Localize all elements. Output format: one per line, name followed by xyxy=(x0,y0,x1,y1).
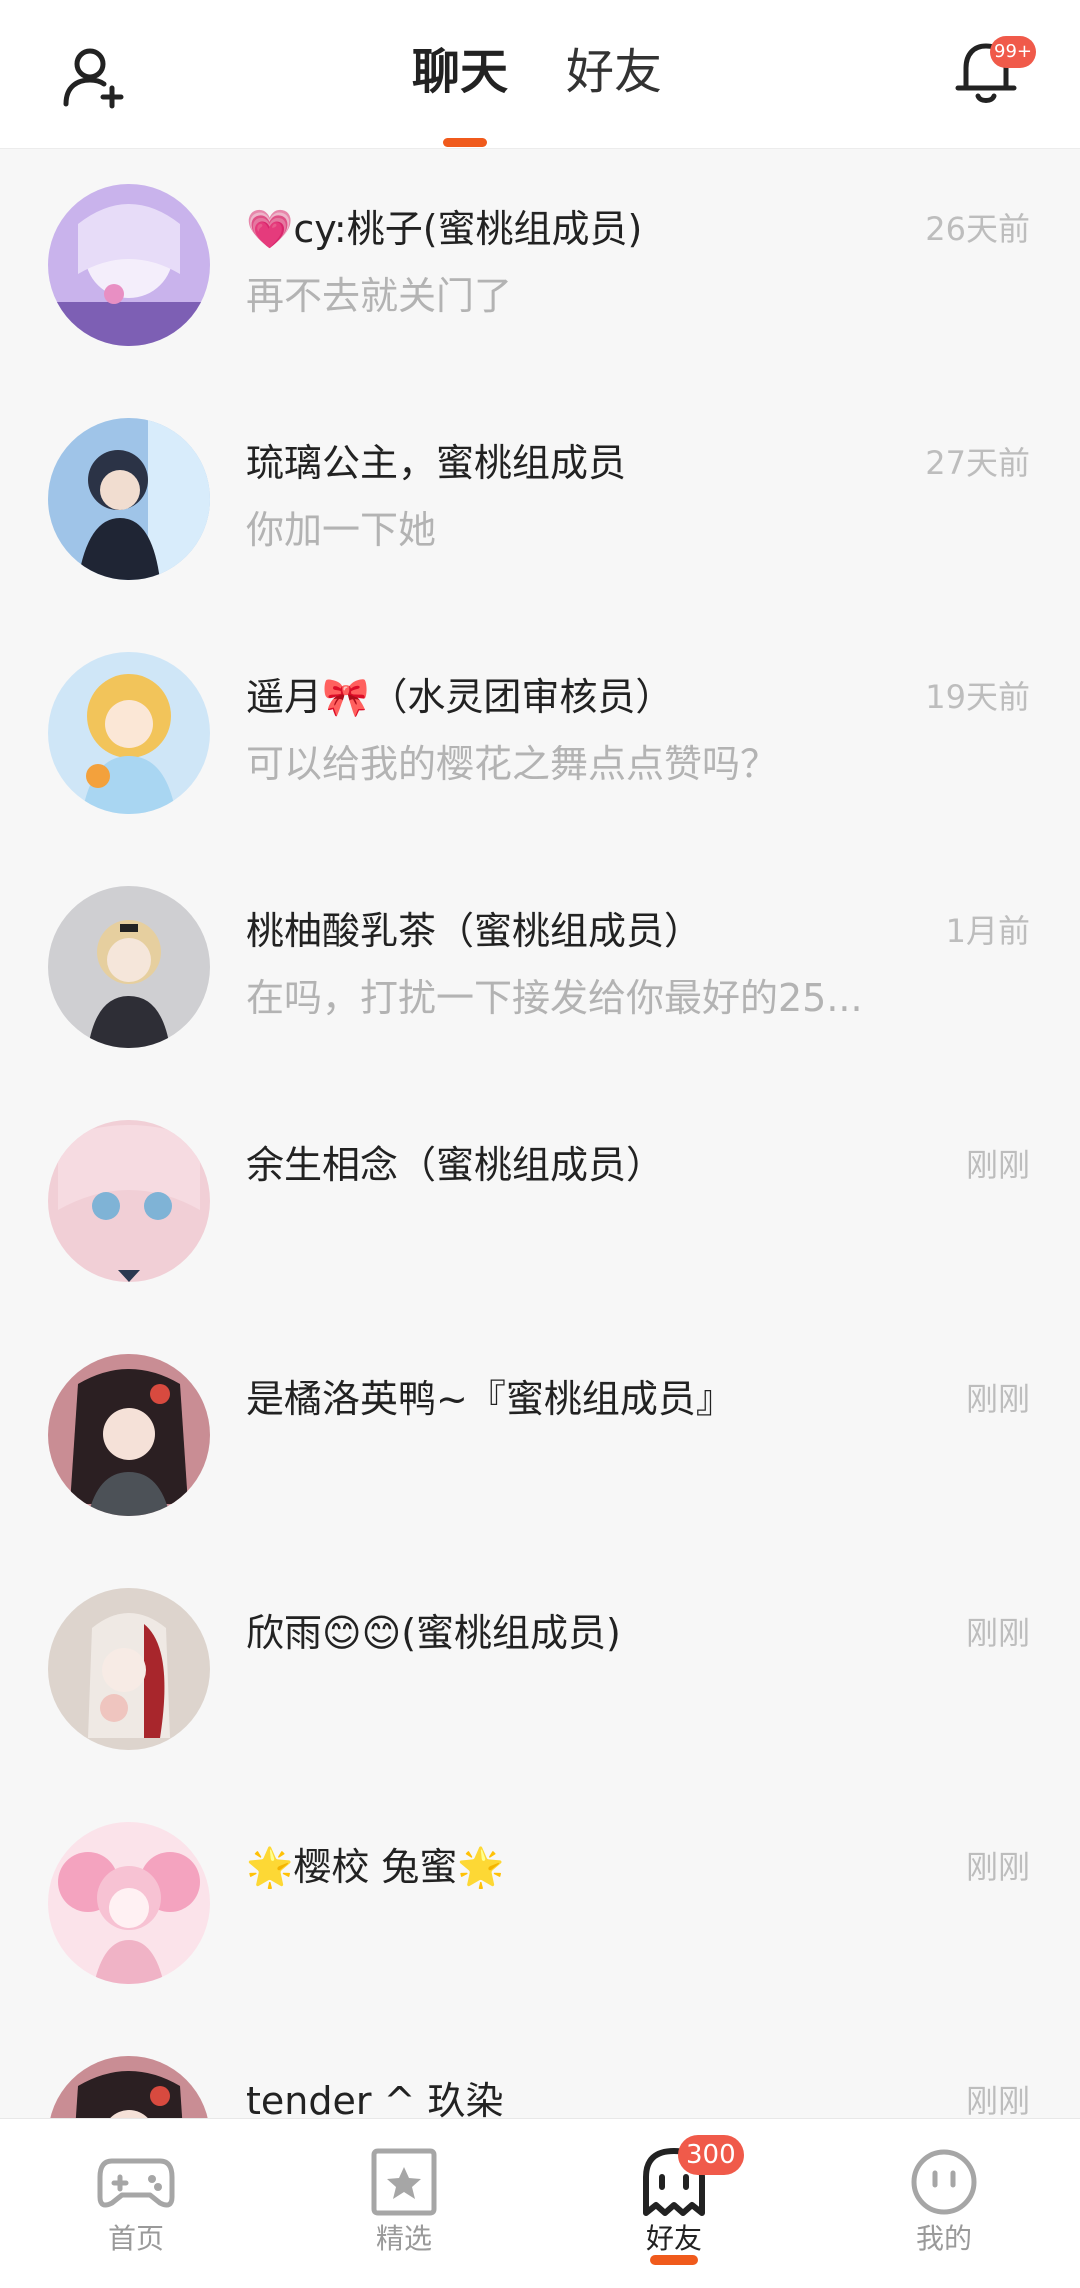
nav-me[interactable]: 我的 xyxy=(864,2119,1024,2288)
active-nav-indicator xyxy=(650,2255,698,2265)
conversation-name: 桃柚酸乳茶（蜜桃组成员） xyxy=(246,909,703,953)
conversation-name: 琉璃公主，蜜桃组成员 xyxy=(246,441,627,485)
conversation-row[interactable]: 桃柚酸乳茶（蜜桃组成员） 在吗，打扰一下接发给你最好的25... 1月前 xyxy=(0,851,1080,1085)
conversation-row[interactable]: 是橘洛英鸭~『蜜桃组成员』 刚刚 xyxy=(0,1319,1080,1553)
conversation-preview: 在吗，打扰一下接发给你最好的25... xyxy=(246,976,863,1020)
conversation-row[interactable]: 欣雨😊😊(蜜桃组成员) 刚刚 xyxy=(0,1553,1080,1787)
nav-label: 好友 xyxy=(645,2222,702,2255)
conversation-preview: 可以给我的樱花之舞点点赞吗？ xyxy=(246,742,779,786)
conversation-time: 刚刚 xyxy=(965,1848,1030,1886)
conversation-row[interactable]: 琉璃公主，蜜桃组成员 你加一下她 27天前 xyxy=(0,383,1080,617)
conversation-name: 是橘洛英鸭~『蜜桃组成员』 xyxy=(246,1377,734,1421)
avatar xyxy=(48,652,210,814)
bottom-nav: 首页 精选 300 好友 我的 xyxy=(0,2118,1080,2288)
conversation-row[interactable]: 遥月🎀（水灵团审核员） 可以给我的樱花之舞点点赞吗？ 19天前 xyxy=(0,617,1080,851)
tab-chat[interactable]: 聊天 xyxy=(412,40,508,104)
header-tabs: 聊天 好友 xyxy=(0,0,1080,148)
conversation-row[interactable]: 💗cy:桃子(蜜桃组成员) 再不去就关门了 26天前 xyxy=(0,149,1080,383)
avatar xyxy=(48,886,210,1048)
conversation-name: 💗cy:桃子(蜜桃组成员) xyxy=(246,207,643,251)
conversation-time: 26天前 xyxy=(925,210,1030,248)
conversation-row[interactable]: 🌟樱校 兔蜜🌟 刚刚 xyxy=(0,1787,1080,2021)
conversation-time: 刚刚 xyxy=(965,1146,1030,1184)
avatar xyxy=(48,1120,210,1282)
conversation-preview: 再不去就关门了 xyxy=(246,274,513,318)
nav-label: 我的 xyxy=(915,2222,972,2255)
top-bar: 聊天 好友 99+ xyxy=(0,0,1080,149)
conversation-time: 刚刚 xyxy=(965,1380,1030,1418)
notification-badge: 99+ xyxy=(990,36,1036,68)
nav-label: 首页 xyxy=(107,2222,164,2255)
nav-home[interactable]: 首页 xyxy=(56,2119,216,2288)
avatar xyxy=(48,418,210,580)
star-bookmark-icon xyxy=(371,2148,437,2216)
face-icon xyxy=(911,2149,977,2215)
avatar xyxy=(48,1822,210,1984)
conversation-time: 27天前 xyxy=(925,444,1030,482)
avatar xyxy=(48,1588,210,1750)
avatar xyxy=(48,184,210,346)
conversation-preview: 你加一下她 xyxy=(246,508,437,552)
conversation-name: 欣雨😊😊(蜜桃组成员) xyxy=(246,1611,621,1655)
nav-featured[interactable]: 精选 xyxy=(324,2119,484,2288)
friends-count-badge: 300 xyxy=(678,2135,744,2175)
conversation-name: 🌟樱校 兔蜜🌟 xyxy=(246,1845,505,1889)
conversation-row[interactable]: 余生相念（蜜桃组成员） 刚刚 xyxy=(0,1085,1080,1319)
conversation-name: 遥月🎀（水灵团审核员） xyxy=(246,675,674,719)
conversation-time: 1月前 xyxy=(945,912,1030,950)
nav-label: 精选 xyxy=(375,2222,432,2255)
gamepad-icon xyxy=(97,2158,175,2208)
active-tab-indicator xyxy=(443,138,487,147)
tab-friends[interactable]: 好友 xyxy=(566,40,662,104)
conversation-name: 余生相念（蜜桃组成员） xyxy=(246,1143,665,1187)
conversation-time: 19天前 xyxy=(925,678,1030,716)
avatar xyxy=(48,1354,210,1516)
nav-friends[interactable]: 300 好友 xyxy=(594,2119,754,2288)
conversation-time: 刚刚 xyxy=(965,1614,1030,1652)
